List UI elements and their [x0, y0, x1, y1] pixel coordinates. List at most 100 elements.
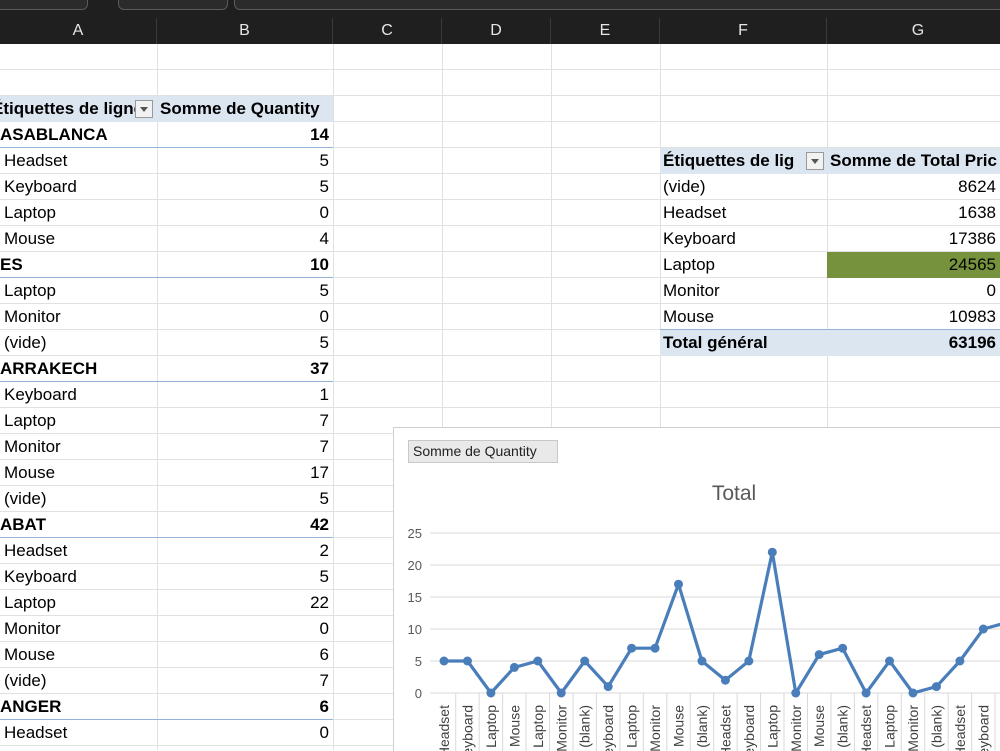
pivot2-item-value[interactable]: 24565: [827, 252, 1000, 278]
pivot2-value-header[interactable]: Somme de Total Pric: [827, 148, 1000, 174]
pivot1-item-value[interactable]: 5: [157, 486, 333, 512]
pivot2-item-label[interactable]: Laptop: [660, 252, 827, 278]
pivot1-item-label[interactable]: Keyboard: [0, 174, 157, 200]
pivot1-group-label[interactable]: ASABLANCA: [0, 122, 157, 148]
x-tick-label: Headset: [858, 705, 874, 751]
pivot1-item-value[interactable]: 4: [157, 226, 333, 252]
pivot2-item-label[interactable]: Headset: [660, 200, 827, 226]
pivot1-item-label[interactable]: Laptop: [0, 590, 157, 616]
x-tick-label: Keyboard: [975, 705, 991, 751]
column-header-B[interactable]: B: [157, 18, 333, 44]
pivot1-item-value[interactable]: 5: [157, 278, 333, 304]
filter-dropdown-icon[interactable]: [806, 152, 824, 170]
pivot1-item-value[interactable]: 17: [157, 460, 333, 486]
pivot1-item-value[interactable]: 5: [157, 564, 333, 590]
pivot1-item-value[interactable]: 1: [157, 382, 333, 408]
data-point: [744, 656, 754, 666]
pivot1-value-header[interactable]: Somme de Quantity: [157, 96, 333, 122]
y-tick-label: 25: [408, 526, 422, 541]
pivot1-item-label[interactable]: Laptop: [0, 200, 157, 226]
pivot1-item-label[interactable]: Monitor: [0, 616, 157, 642]
pivot2-row-labels-header[interactable]: Étiquettes de lig: [660, 148, 827, 174]
column-header-C[interactable]: C: [333, 18, 442, 44]
pivot1-group-total[interactable]: 42: [157, 512, 333, 538]
pivot1-item-value[interactable]: 2: [157, 538, 333, 564]
pivot2-item-value[interactable]: 10983: [827, 304, 1000, 330]
pivot1-group-label[interactable]: ES: [0, 252, 157, 278]
column-header-A[interactable]: A: [0, 18, 157, 44]
pivot1-group-total[interactable]: 10: [157, 252, 333, 278]
pivot2-item-label[interactable]: Mouse: [660, 304, 827, 330]
pivot1-item-label[interactable]: Laptop: [0, 408, 157, 434]
pivot2-total-label[interactable]: Total général: [660, 330, 827, 356]
pivot2-item-label[interactable]: Monitor: [660, 278, 827, 304]
row-gridline: [0, 69, 1000, 70]
pivot1-group-total[interactable]: 37: [157, 356, 333, 382]
pivot1-item-value[interactable]: 5: [157, 174, 333, 200]
x-tick-label: Monitor: [553, 705, 569, 751]
pivot1-item-label[interactable]: (vide): [0, 330, 157, 356]
pivot1-item-label[interactable]: Mouse: [0, 460, 157, 486]
pivot1-group-total[interactable]: 6: [157, 694, 333, 720]
pivot1-item-value[interactable]: 7: [157, 668, 333, 694]
pivot2-item-value[interactable]: 1638: [827, 200, 1000, 226]
data-point: [580, 656, 590, 666]
column-header-E[interactable]: E: [551, 18, 660, 44]
pivot1-item-label[interactable]: Headset: [0, 148, 157, 174]
pivot1-item-label[interactable]: Monitor: [0, 434, 157, 460]
pivot1-item-label[interactable]: Headset: [0, 720, 157, 746]
pivot1-item-label[interactable]: (vide): [0, 668, 157, 694]
pivot2-total-value[interactable]: 63196: [827, 330, 1000, 356]
x-tick-label: Keyboard: [459, 705, 475, 751]
pivot1-group-total[interactable]: 14: [157, 122, 333, 148]
pivot1-item-label[interactable]: Headset: [0, 538, 157, 564]
pivot1-item-label[interactable]: Mouse: [0, 226, 157, 252]
x-tick-label: Laptop: [882, 705, 898, 748]
x-tick-label: (blank): [928, 705, 944, 748]
pivot1-item-label[interactable]: (vide): [0, 486, 157, 512]
pivot2-item-value[interactable]: 0: [827, 278, 1000, 304]
pivot1-item-value[interactable]: 0: [157, 304, 333, 330]
pivot1-item-value[interactable]: 6: [157, 642, 333, 668]
x-tick-label: Monitor: [788, 705, 804, 751]
filter-dropdown-icon[interactable]: [135, 100, 153, 118]
pivot1-group-label[interactable]: ANGER: [0, 694, 157, 720]
data-point: [627, 643, 637, 653]
pivot1-item-label[interactable]: Monitor: [0, 304, 157, 330]
line-chart: 0 5 10 15 20 25 Headset Keyboard Laptop Mouse Lapt…: [408, 526, 1000, 751]
pivot2-item-value[interactable]: 17386: [827, 226, 1000, 252]
pivot1-item-label[interactable]: Keyboard: [0, 382, 157, 408]
column-header-G[interactable]: G: [827, 18, 1000, 44]
formula-buttons[interactable]: [118, 0, 228, 10]
pivot1-item-value[interactable]: 5: [157, 148, 333, 174]
pivot2-item-label[interactable]: Keyboard: [660, 226, 827, 252]
pivot1-item-value[interactable]: 5: [157, 330, 333, 356]
x-tick-label: (blank): [577, 705, 593, 748]
pivot1-item-value[interactable]: 0: [157, 720, 333, 746]
pivot-chart[interactable]: Somme de Quantity Total 0 5 10 15 20 25 Headse…: [393, 427, 1000, 751]
pivot1-item-value[interactable]: 22: [157, 590, 333, 616]
pivot1-row-labels-header[interactable]: Étiquettes de lignes: [0, 96, 157, 122]
data-point: [509, 662, 519, 672]
data-point: [978, 624, 988, 634]
name-box[interactable]: [0, 0, 88, 10]
pivot2-item-value[interactable]: 8624: [827, 174, 1000, 200]
column-header-D[interactable]: D: [442, 18, 551, 44]
pivot1-item-label[interactable]: Laptop: [0, 278, 157, 304]
x-tick-label: Headset: [952, 705, 968, 751]
pivot1-item-value[interactable]: 0: [157, 200, 333, 226]
pivot1-item-value[interactable]: 0: [157, 616, 333, 642]
pivot1-item-value[interactable]: 7: [157, 434, 333, 460]
x-tick-label: Keyboard: [741, 705, 757, 751]
column-header-F[interactable]: F: [660, 18, 827, 44]
pivot1-group-label[interactable]: ARRAKECH: [0, 356, 157, 382]
pivot1-item-label[interactable]: Mouse: [0, 642, 157, 668]
pivot1-group-label[interactable]: ABAT: [0, 512, 157, 538]
pivot2-item-label[interactable]: (vide): [660, 174, 827, 200]
data-point: [814, 650, 824, 660]
x-tick-label: Laptop: [530, 705, 546, 748]
pivot1-item-label[interactable]: Keyboard: [0, 564, 157, 590]
pivot1-item-value[interactable]: 7: [157, 408, 333, 434]
y-tick-label: 0: [415, 686, 422, 701]
formula-bar[interactable]: [234, 0, 1000, 10]
